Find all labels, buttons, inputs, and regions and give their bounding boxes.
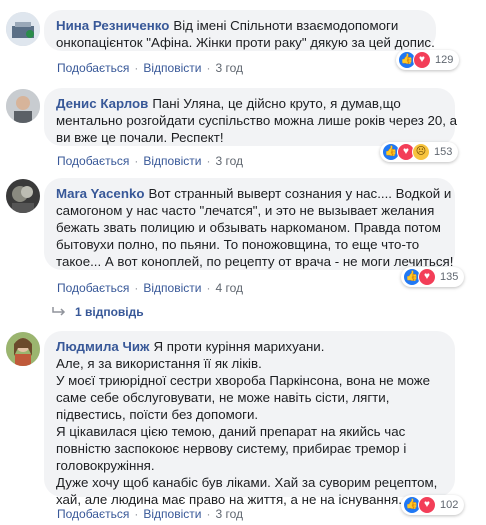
love-icon: ♥ (413, 51, 431, 69)
comment-text: хай, але людина має право на життя, а не… (56, 492, 402, 507)
comment-text: ментально розгойдати суспільство можна л… (56, 113, 458, 128)
love-icon: ♥ (418, 268, 436, 286)
reply-link[interactable]: Відповісти (143, 154, 201, 168)
timestamp[interactable]: 4 год (215, 281, 243, 295)
like-link[interactable]: Подобається (57, 281, 129, 295)
comment-text: Вот странный выверт сознания у нас.... В… (148, 186, 452, 201)
comment-text: У моєї триюрідної сестри хвороба Паркінс… (56, 373, 431, 388)
reaction-count: 135 (440, 271, 459, 283)
comment-actions: Подобається · Відповісти · 4 год (57, 281, 243, 295)
author-name[interactable]: Людмила Чиж (56, 339, 149, 354)
comment-text: самогоном у нас часто "лечатся", и это н… (56, 203, 435, 218)
comment-text: Але, я за використання її як ліків. (56, 356, 262, 371)
author-name[interactable]: Нина Резниченко (56, 18, 169, 33)
wow-icon: ☹ (412, 143, 430, 161)
like-link[interactable]: Подобається (57, 61, 129, 75)
reaction-count: 129 (435, 54, 454, 66)
separator-dot: · (206, 61, 211, 75)
reply-link[interactable]: Відповісти (143, 61, 201, 75)
reactions-badge[interactable]: 👍 ♥ 129 (396, 50, 460, 70)
comment-text: бытовухи полно, по пьяни. То поножовщина… (56, 237, 420, 252)
reaction-count: 153 (434, 146, 453, 158)
reply-arrow-icon (52, 305, 66, 319)
comment-text: такое... А вот коноплей, по рецепту от в… (56, 254, 454, 269)
comment-line: Людмила Чиж Я проти куріння марихуани. (56, 338, 443, 355)
replies-count-label[interactable]: 1 відповідь (75, 305, 144, 319)
reaction-count: 102 (440, 499, 459, 511)
timestamp[interactable]: 3 год (215, 154, 243, 168)
author-name[interactable]: Mara Yacenko (56, 186, 144, 201)
comment-actions: Подобається · Відповісти · 3 год (57, 507, 243, 521)
like-link[interactable]: Подобається (57, 507, 129, 521)
separator-dot: · (134, 507, 139, 521)
comment-bubble: Людмила Чиж Я проти куріння марихуани. Ал… (44, 331, 455, 507)
comment-text: головокружіння. (56, 458, 155, 473)
author-name[interactable]: Денис Карлов (56, 96, 148, 111)
timestamp[interactable]: 3 год (215, 61, 243, 75)
comment-text: повністю заспокоює нервову систему, приб… (56, 441, 407, 456)
avatar[interactable] (6, 179, 40, 213)
comment-text: Дуже хочу щоб канабіс був ліками. Хай за… (56, 475, 438, 490)
separator-dot: · (134, 281, 139, 295)
comment-text: онкопацієнток "Афіна. Жінки проти раку" … (56, 35, 435, 50)
avatar[interactable] (6, 89, 40, 123)
reply-link[interactable]: Відповісти (143, 507, 201, 521)
comment-text: саме себе обслуговувати, не може навіть … (56, 390, 390, 405)
comment-text: Я цікавилася цією темою, даний препарат … (56, 424, 406, 439)
comment-actions: Подобається · Відповісти · 3 год (57, 154, 243, 168)
separator-dot: · (134, 154, 139, 168)
comment-text: бежать звать полицию и обзывать наркоман… (56, 220, 441, 235)
comment-line: Денис Карлов Пані Уляна, це дійсно круто,… (56, 95, 443, 112)
separator-dot: · (206, 154, 211, 168)
avatar[interactable] (6, 12, 40, 46)
separator-dot: · (206, 507, 211, 521)
reactions-badge[interactable]: 👍 ♥ 102 (401, 495, 465, 515)
comment-text: Я проти куріння марихуани. (153, 339, 325, 354)
comment-text: підвестись, поїсти без допомоги. (56, 407, 259, 422)
reactions-badge[interactable]: 👍 ♥ ☹ 153 (380, 142, 459, 162)
comment-line: Нина Резниченко Від імені Спільноти взаєм… (56, 17, 424, 34)
view-replies-link[interactable]: 1 відповідь (52, 305, 144, 319)
comment-actions: Подобається · Відповісти · 3 год (57, 61, 243, 75)
comment-line: Mara Yacenko Вот странный выверт сознания… (56, 185, 451, 202)
timestamp[interactable]: 3 год (215, 507, 243, 521)
separator-dot: · (134, 61, 139, 75)
comment-bubble: Денис Карлов Пані Уляна, це дійсно круто,… (44, 88, 458, 146)
like-link[interactable]: Подобається (57, 154, 129, 168)
comment-bubble: Mara Yacenko Вот странный выверт сознания… (44, 178, 455, 270)
comment-bubble: Нина Резниченко Від імені Спільноти взаєм… (44, 10, 436, 51)
avatar[interactable] (6, 332, 40, 366)
separator-dot: · (206, 281, 211, 295)
reactions-badge[interactable]: 👍 ♥ 135 (401, 267, 465, 287)
love-icon: ♥ (418, 496, 436, 514)
comment-text: Пані Уляна, це дійсно круто, я думав,що (152, 96, 401, 111)
reply-link[interactable]: Відповісти (143, 281, 201, 295)
comment-text: Від імені Спільноти взаємодопомоги (173, 18, 399, 33)
